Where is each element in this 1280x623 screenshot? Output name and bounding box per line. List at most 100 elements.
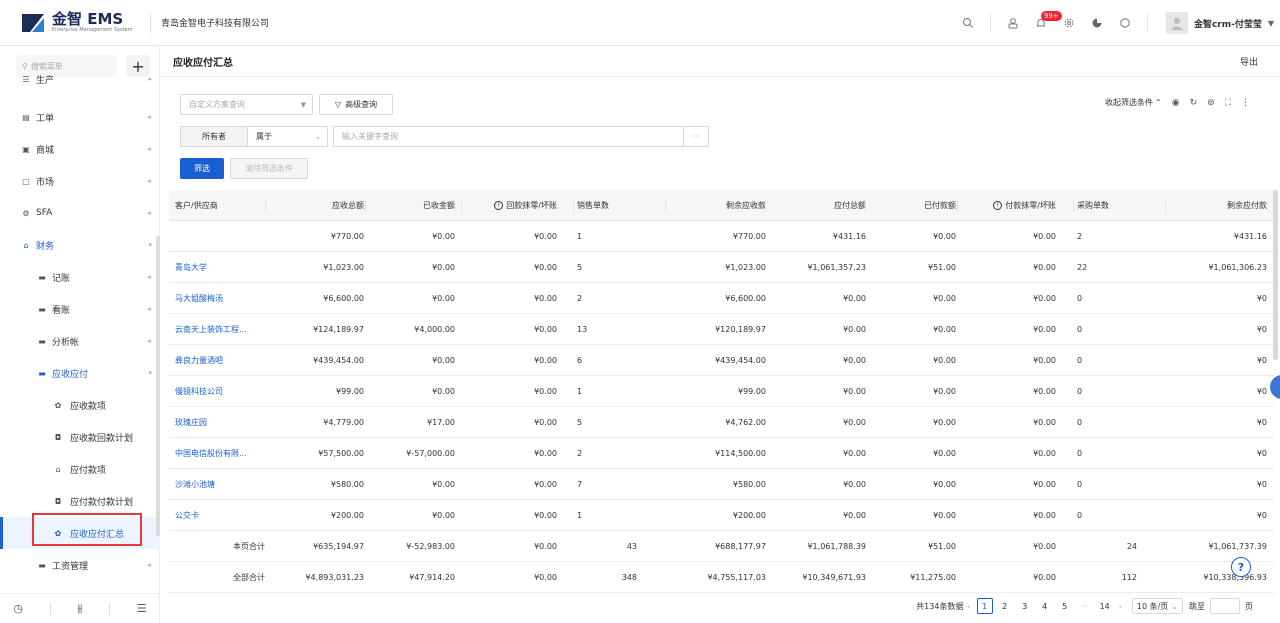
page-14[interactable]: 14	[1097, 598, 1113, 614]
play-icon[interactable]: ◉	[1172, 98, 1180, 108]
sidebar-item-mall[interactable]: ▣ 商城 ▸	[0, 133, 160, 165]
filter-button[interactable]: 筛选	[180, 158, 224, 179]
customer-name-link[interactable]: 玫瑰庄园	[175, 407, 265, 438]
table-row[interactable]: 彝良力量酒吧 ¥439,454.00 ¥0.00 ¥0.00 6 ¥439,454.00 ¥…	[169, 345, 1274, 376]
customer-name-link[interactable]: 马大姐酸梅汤	[175, 283, 265, 314]
customer-name-link[interactable]: 沙滩小池塘	[175, 469, 265, 500]
page-ellipsis[interactable]: ···	[1077, 598, 1093, 614]
customer-name-link[interactable]: 云南天上装饰工程...	[175, 314, 265, 345]
sidebar-item-receivable-payable[interactable]: ▬ 应收应付 ▾	[0, 357, 160, 389]
column-divider[interactable]	[765, 199, 766, 212]
settings-icon[interactable]: ⊚	[1207, 98, 1215, 108]
column-header[interactable]: 已付款额	[869, 190, 956, 221]
table-row[interactable]: 沙滩小池塘 ¥580.00 ¥0.00 ¥0.00 7 ¥580.00 ¥0.00 ¥0.00…	[169, 469, 1274, 500]
jump-input[interactable]	[1210, 598, 1240, 614]
contacts-icon[interactable]	[999, 0, 1027, 46]
table-cell: ¥47,914.20	[409, 573, 455, 582]
help-button[interactable]: ?	[1231, 557, 1251, 577]
column-header[interactable]: ! 回款抹零/坏账	[465, 190, 557, 221]
fullscreen-icon[interactable]: ⛶	[1225, 98, 1231, 108]
sidebar-scrollbar[interactable]	[156, 236, 160, 536]
search-icon[interactable]	[954, 0, 982, 46]
chevron-up-icon[interactable]: ⌃	[1155, 98, 1162, 107]
table-row[interactable]: 青岛大学 ¥1,023.00 ¥0.00 ¥0.00 5 ¥1,023.00 ¥1,061,…	[169, 252, 1274, 283]
column-header[interactable]: 应付总额	[769, 190, 866, 221]
sidebar-item-bookkeeping[interactable]: ▬ 记账 ▸	[0, 261, 160, 293]
table-row[interactable]: 公交卡 ¥200.00 ¥0.00 ¥0.00 1 ¥200.00 ¥0.00 ¥0.00 ¥0…	[169, 500, 1274, 531]
table-row[interactable]: 中国电信股份有限... ¥57,500.00 ¥-57,000.00 ¥0.00 2 ¥1…	[169, 438, 1274, 469]
column-divider[interactable]	[865, 199, 866, 212]
table-row[interactable]: 云南天上装饰工程... ¥124,189.97 ¥4,000.00 ¥0.00 13 ¥1…	[169, 314, 1274, 345]
clear-filter-button[interactable]: 清除筛选条件	[230, 158, 308, 179]
customer-name-link[interactable]: 公交卡	[175, 500, 265, 531]
customer-name-link[interactable]: 彝良力量酒吧	[175, 345, 265, 376]
info-icon[interactable]: !	[494, 201, 504, 210]
sidebar-item-sfa[interactable]: ⚙ SFA ▸	[0, 197, 160, 229]
column-divider[interactable]	[1073, 199, 1074, 212]
column-divider[interactable]	[957, 199, 958, 212]
info-icon[interactable]: !	[993, 201, 1003, 210]
keyword-input[interactable]: 输入关键字查询	[333, 126, 684, 147]
sidebar-item-payroll[interactable]: ▬ 工资管理 ▸	[0, 549, 160, 581]
column-header[interactable]: 客户/供应商	[175, 190, 265, 221]
column-header[interactable]: 剩余应付款	[1169, 190, 1267, 221]
column-divider[interactable]	[461, 199, 462, 212]
sidebar-item-workorder[interactable]: ▤ 工单 ▸	[0, 101, 160, 133]
collapse-filter-button[interactable]: 收起筛选条件	[1105, 97, 1153, 108]
page-4[interactable]: 4	[1037, 598, 1053, 614]
column-divider[interactable]	[1165, 199, 1166, 212]
column-divider[interactable]	[665, 199, 666, 212]
page-5[interactable]: 5	[1057, 598, 1073, 614]
column-header[interactable]: 剩余应收款	[669, 190, 766, 221]
table-row[interactable]: 玫瑰庄园 ¥4,779.00 ¥17.00 ¥0.00 5 ¥4,762.00 ¥0.00 ¥…	[169, 407, 1274, 438]
sidebar-item-view-accounts[interactable]: ▬ 看账 ▸	[0, 293, 160, 325]
next-page-icon[interactable]: ›	[1119, 602, 1122, 611]
page-size-select[interactable]: 10 条/页 ⌄	[1131, 598, 1183, 614]
prev-page-icon[interactable]: ‹	[967, 602, 970, 611]
column-header[interactable]: 销售单数	[577, 190, 637, 221]
table-row[interactable]: 慢镜科技公司 ¥99.00 ¥0.00 ¥0.00 1 ¥99.00 ¥0.00 ¥0.00 ¥…	[169, 376, 1274, 407]
sidebar-item-receivable-plan[interactable]: ◘ 应收款回款计划	[0, 421, 160, 453]
sidebar-item-analysis[interactable]: ▬ 分析帐 ▸	[0, 325, 160, 357]
tools-icon[interactable]: ⫵	[77, 602, 82, 616]
sidebar-item-finance[interactable]: ⌂ 财务 ▾	[0, 229, 160, 261]
gear-icon[interactable]	[1055, 0, 1083, 46]
column-header[interactable]: 已收金额	[369, 190, 455, 221]
column-header[interactable]: ! 付款抹零/坏账	[961, 190, 1056, 221]
collapse-menu-icon[interactable]: ☰	[137, 602, 147, 615]
sidebar-item-market[interactable]: ▢ 市场 ▸	[0, 165, 160, 197]
shield-icon[interactable]	[1111, 0, 1139, 46]
sidebar-item-payables[interactable]: ⌂ 应付款项	[0, 453, 160, 485]
customer-name-link[interactable]: 青岛大学	[175, 252, 265, 283]
table-row[interactable]: ¥770.00 ¥0.00 ¥0.00 1 ¥770.00 ¥431.16 ¥0.00 ¥0.…	[169, 221, 1274, 252]
page-2[interactable]: 2	[997, 598, 1013, 614]
column-divider[interactable]	[365, 199, 366, 212]
sidebar-item-production[interactable]: ☰ 生产 ▸	[0, 70, 160, 88]
history-icon[interactable]: ◷	[13, 602, 23, 615]
table-row[interactable]: 马大姐酸梅汤 ¥6,600.00 ¥0.00 ¥0.00 2 ¥6,600.00 ¥0.00…	[169, 283, 1274, 314]
keyword-more-button[interactable]: ···	[684, 126, 709, 147]
pie-chart-icon[interactable]	[1083, 0, 1111, 46]
column-header[interactable]: 采购单数	[1077, 190, 1137, 221]
page-1[interactable]: 1	[976, 598, 993, 614]
table-scrollbar[interactable]	[1273, 190, 1278, 360]
advanced-search-button[interactable]: ▽ 高级查询	[319, 94, 393, 115]
sidebar-item-receivables[interactable]: ✿ 应收款项	[0, 389, 160, 421]
column-header[interactable]: 应收总额	[269, 190, 364, 221]
bell-icon[interactable]: 99+	[1027, 0, 1062, 46]
column-divider[interactable]	[573, 199, 574, 212]
user-menu[interactable]: 金智crm-付莹莹 ▼	[1165, 12, 1274, 34]
refresh-icon[interactable]: ↻	[1190, 98, 1198, 108]
belong-select[interactable]: 属于 ⌄	[247, 126, 328, 147]
export-button[interactable]: 导出	[1240, 55, 1258, 68]
scheme-select[interactable]: 自定义方案查询 ▼	[180, 94, 313, 115]
logo[interactable]: 金智 EMS Enterprise Management System	[0, 0, 140, 46]
column-divider[interactable]	[265, 199, 266, 212]
table-cell: ¥0.00	[1033, 263, 1056, 272]
customer-name-link[interactable]: 中国电信股份有限...	[175, 438, 265, 469]
more-icon[interactable]: ⋮	[1241, 98, 1250, 108]
customer-name-link[interactable]: 慢镜科技公司	[175, 376, 265, 407]
page-3[interactable]: 3	[1017, 598, 1033, 614]
customer-name-link[interactable]	[175, 221, 265, 252]
table-cell: 1	[577, 387, 583, 396]
